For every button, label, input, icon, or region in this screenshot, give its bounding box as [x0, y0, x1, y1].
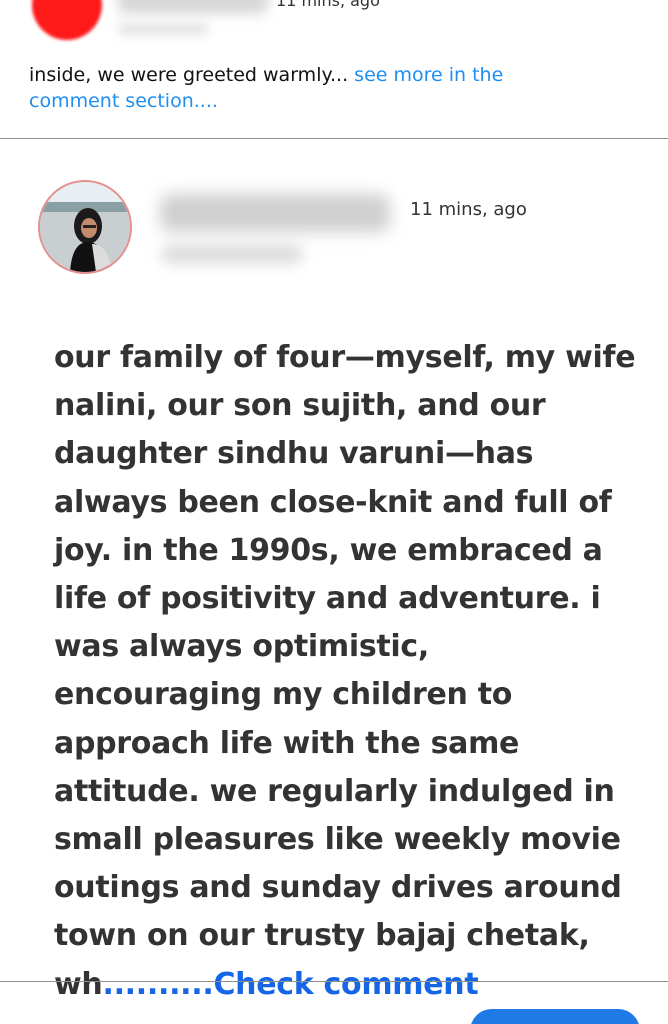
avatar[interactable]: [32, 0, 102, 40]
action-button[interactable]: [470, 1009, 640, 1024]
post-timestamp: 11 mins, ago: [410, 199, 527, 220]
blurred-author-name: [118, 0, 268, 14]
author-avatar[interactable]: [38, 180, 132, 274]
previous-post: 11 mins, ago inside, we were greeted war…: [0, 0, 668, 139]
feed: 11 mins, ago inside, we were greeted war…: [0, 0, 668, 1024]
divider: [0, 981, 668, 982]
post-body: our family of four—myself, my wife nalin…: [54, 334, 644, 1009]
post-text: inside, we were greeted warmly... see mo…: [29, 62, 589, 114]
check-comment-link[interactable]: ..........Check comment: [102, 967, 478, 1002]
blurred-author-name: [160, 194, 390, 232]
blurred-author-handle: [118, 22, 208, 36]
post-body-text: our family of four—myself, my wife nalin…: [54, 340, 636, 1002]
post-text-snippet: inside, we were greeted warmly...: [29, 64, 349, 86]
blurred-author-handle: [162, 244, 302, 264]
post-timestamp: 11 mins, ago: [276, 0, 380, 10]
profile-photo: [40, 182, 130, 272]
